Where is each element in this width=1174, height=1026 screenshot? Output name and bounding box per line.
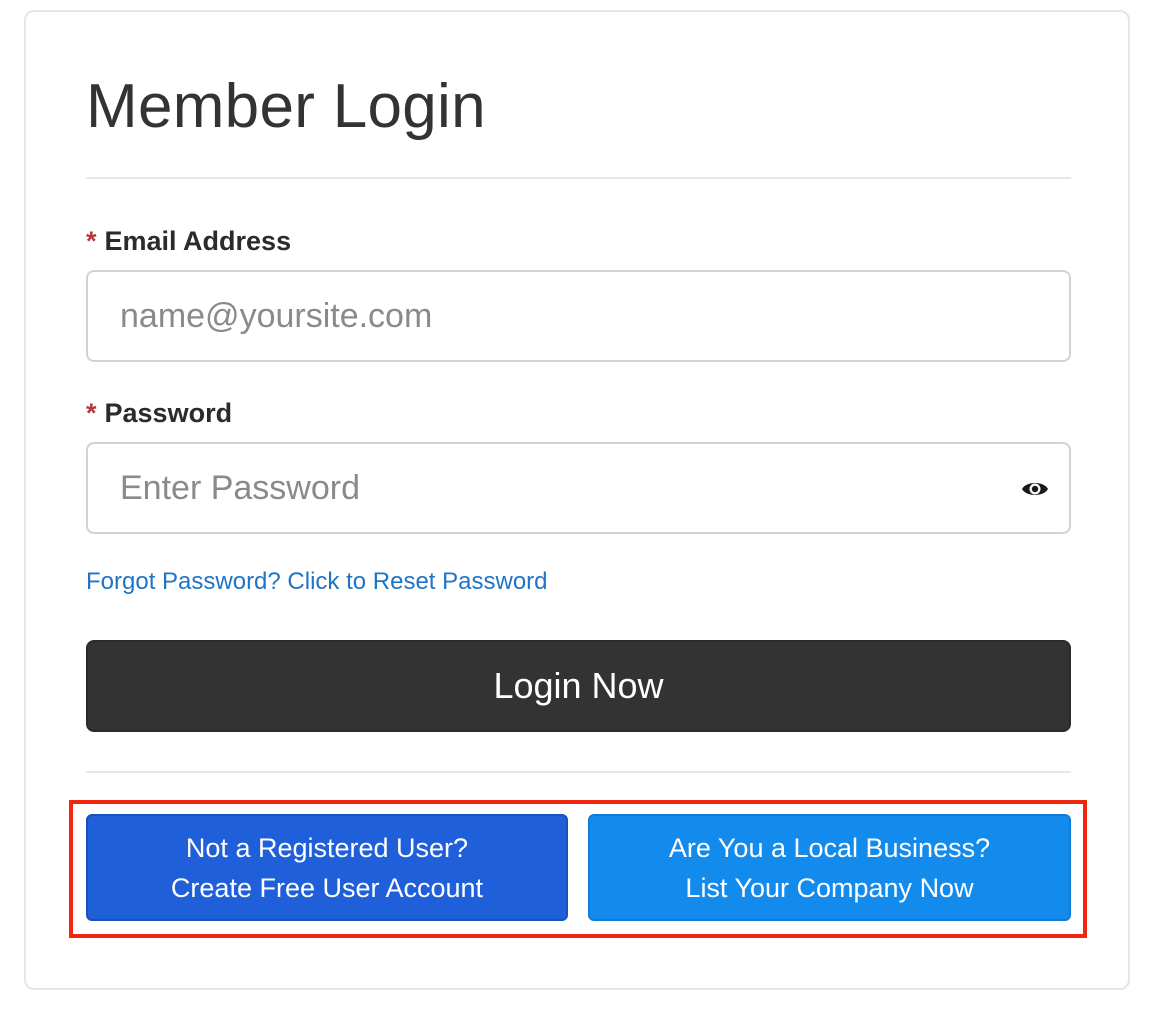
page-title: Member Login — [86, 72, 486, 141]
create-user-account-line1: Not a Registered User? — [185, 832, 469, 863]
eye-icon[interactable] — [1021, 478, 1049, 500]
email-field[interactable] — [88, 272, 1069, 360]
list-company-line1: Are You a Local Business? — [668, 832, 991, 863]
login-button[interactable]: Login Now — [86, 640, 1071, 732]
password-field[interactable] — [88, 444, 1069, 532]
section-divider — [86, 771, 1071, 773]
title-divider — [86, 177, 1071, 179]
create-user-account-line2: Create Free User Account — [170, 872, 484, 903]
required-marker: * — [86, 398, 97, 428]
create-user-account-button[interactable]: Not a Registered User? Create Free User … — [86, 814, 568, 921]
list-company-line2: List Your Company Now — [685, 872, 974, 903]
list-company-button[interactable]: Are You a Local Business? List Your Comp… — [588, 814, 1071, 921]
required-marker: * — [86, 226, 97, 256]
password-field-container — [86, 442, 1071, 534]
email-label: * Email Address — [86, 224, 291, 258]
password-label: * Password — [86, 396, 232, 430]
email-label-text: Email Address — [104, 226, 292, 256]
email-field-container — [86, 270, 1071, 362]
forgot-password-link[interactable]: Forgot Password? Click to Reset Password — [86, 566, 548, 598]
password-label-text: Password — [104, 398, 233, 428]
